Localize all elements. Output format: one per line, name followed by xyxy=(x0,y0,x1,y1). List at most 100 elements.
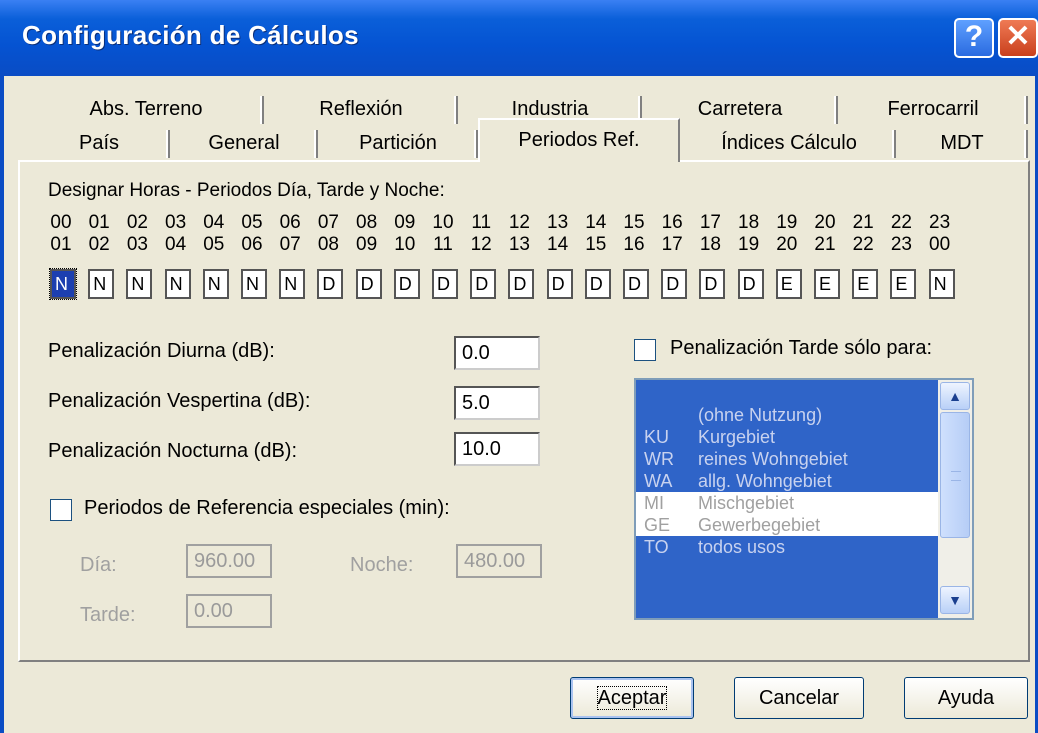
list-item-name: todos usos xyxy=(698,537,786,557)
close-icon[interactable]: ✕ xyxy=(998,18,1038,58)
tab-indices-calculo[interactable]: Índices Cálculo xyxy=(682,126,896,160)
evening-only-label: Penalización Tarde sólo para: xyxy=(670,337,933,359)
cancel-button[interactable]: Cancelar xyxy=(734,677,864,719)
tab-label: Índices Cálculo xyxy=(721,132,857,154)
hour-period-field[interactable]: D xyxy=(546,269,573,299)
hour-period-field[interactable]: D xyxy=(432,269,458,299)
special-periods-label: Periodos de Referencia especiales (min): xyxy=(84,497,450,519)
hour-from-label: 16 xyxy=(661,212,683,233)
evening-penalty-input[interactable]: 5.0 xyxy=(454,386,540,420)
hour-from-label: 08 xyxy=(356,212,378,233)
hour-period-field[interactable]: E xyxy=(775,269,802,299)
ok-button-label: Aceptar xyxy=(596,686,668,710)
evening-only-checkbox[interactable] xyxy=(634,339,656,361)
ok-button[interactable]: Aceptar xyxy=(570,677,694,719)
list-item-code: KU xyxy=(644,427,670,447)
hour-period-field[interactable]: D xyxy=(584,269,611,299)
hour-period-field[interactable]: N xyxy=(202,269,229,299)
scroll-up-icon[interactable]: ▲ xyxy=(940,382,970,410)
list-item[interactable]: GE Gewerbegebiet xyxy=(636,514,938,536)
hour-to-label: 22 xyxy=(852,234,874,255)
hour-from-label: 12 xyxy=(508,212,530,233)
scroll-down-icon[interactable]: ▼ xyxy=(940,586,970,614)
list-item[interactable]: WA allg. Wohngebiet xyxy=(636,470,938,492)
hour-period-field[interactable]: D xyxy=(393,269,420,299)
hour-from-label: 21 xyxy=(852,212,874,233)
list-item-name: Gewerbegebiet xyxy=(698,515,821,536)
list-item[interactable]: TO todos usos xyxy=(636,536,938,558)
hour-from-label: 03 xyxy=(165,212,187,233)
hour-to-label: 12 xyxy=(470,234,492,255)
hour-period-field[interactable]: D xyxy=(699,269,726,299)
list-item-name: Kurgebiet xyxy=(698,427,776,447)
tab-ferrocarril[interactable]: Ferrocarril xyxy=(838,92,1028,126)
list-item[interactable]: (ohne Nutzung) xyxy=(636,404,938,426)
hour-from-label: 09 xyxy=(394,212,416,233)
land-use-listbox[interactable]: (ohne Nutzung) KU Kurgebiet WR reines Wohnge… xyxy=(634,378,974,620)
hour-period-field[interactable]: N xyxy=(88,269,115,299)
hour-to-label: 05 xyxy=(203,234,225,255)
hour-period-field[interactable]: N xyxy=(164,269,191,299)
list-item[interactable]: WR reines Wohngebiet xyxy=(636,448,938,470)
evening-penalty-label: Penalización Vespertina (dB): xyxy=(48,390,311,412)
hour-from-label: 11 xyxy=(471,212,492,233)
cancel-button-label: Cancelar xyxy=(758,687,840,709)
hour-period-field[interactable]: D xyxy=(737,269,764,299)
day-penalty-label: Penalización Diurna (dB): xyxy=(48,340,275,362)
tab-mdt[interactable]: MDT xyxy=(896,126,1028,160)
scroll-thumb[interactable] xyxy=(940,412,970,538)
hour-to-label: 10 xyxy=(394,234,416,255)
hour-period-field[interactable]: D xyxy=(470,269,497,299)
tab-reflexion[interactable]: Reflexión xyxy=(264,92,458,126)
special-evening-label: Tarde: xyxy=(80,604,136,626)
hour-period-field[interactable]: D xyxy=(317,269,344,299)
list-item-code: GE xyxy=(644,515,671,535)
tab-abs-terreno[interactable]: Abs. Terreno xyxy=(28,92,264,126)
hour-to-label: 11 xyxy=(433,234,453,255)
hour-period-field[interactable]: D xyxy=(623,269,649,299)
hour-period-field[interactable]: N xyxy=(49,268,77,300)
hour-to-label: 15 xyxy=(585,234,607,255)
hour-to-label: 02 xyxy=(88,234,110,255)
help-icon[interactable]: ? xyxy=(954,18,994,58)
list-item[interactable]: KU Kurgebiet xyxy=(636,426,938,448)
list-item-name: Mischgebiet xyxy=(698,493,795,514)
special-evening-input[interactable]: 0.00 xyxy=(186,594,272,628)
list-scrollbar[interactable]: ▲ ▼ xyxy=(938,380,972,618)
hour-period-field[interactable]: N xyxy=(241,269,267,299)
night-penalty-input[interactable]: 10.0 xyxy=(454,432,540,466)
hour-period-field[interactable]: E xyxy=(814,269,840,299)
hour-from-label: 01 xyxy=(88,212,110,233)
hour-period-field[interactable]: N xyxy=(126,269,153,299)
list-item-code: WA xyxy=(644,471,673,491)
tab-pais[interactable]: País xyxy=(28,126,170,160)
tab-particion[interactable]: Partición xyxy=(318,126,478,160)
special-periods-checkbox[interactable] xyxy=(50,499,72,521)
hour-period-field[interactable]: E xyxy=(890,269,917,299)
hour-period-field[interactable]: D xyxy=(508,269,535,299)
special-night-input[interactable]: 480.00 xyxy=(456,544,542,578)
tab-label: Periodos Ref. xyxy=(518,129,640,151)
tab-general[interactable]: General xyxy=(170,126,318,160)
hour-to-label: 03 xyxy=(126,234,148,255)
hour-from-label: 07 xyxy=(317,212,339,233)
day-penalty-input[interactable]: 0.0 xyxy=(454,336,540,370)
hour-to-label: 00 xyxy=(929,234,951,255)
hour-period-field[interactable]: N xyxy=(928,269,955,299)
hour-period-field[interactable]: N xyxy=(279,269,306,299)
hour-period-field[interactable]: E xyxy=(852,269,879,299)
hour-to-label: 04 xyxy=(165,234,187,255)
tab-label: Ferrocarril xyxy=(887,98,979,120)
hour-from-label: 06 xyxy=(279,212,301,233)
hour-period-field[interactable]: D xyxy=(661,269,688,299)
hour-from-label: 04 xyxy=(203,212,225,233)
help-button[interactable]: Ayuda xyxy=(904,677,1028,719)
hour-from-label: 18 xyxy=(738,212,760,233)
tab-periodos-ref[interactable]: Periodos Ref. xyxy=(478,118,680,162)
window-border-left xyxy=(0,76,4,733)
list-item[interactable]: MI Mischgebiet xyxy=(636,492,938,514)
tab-label: Reflexión xyxy=(319,98,403,120)
special-day-input[interactable]: 960.00 xyxy=(186,544,272,578)
hour-to-label: 16 xyxy=(623,234,645,255)
hour-period-field[interactable]: D xyxy=(355,269,382,299)
